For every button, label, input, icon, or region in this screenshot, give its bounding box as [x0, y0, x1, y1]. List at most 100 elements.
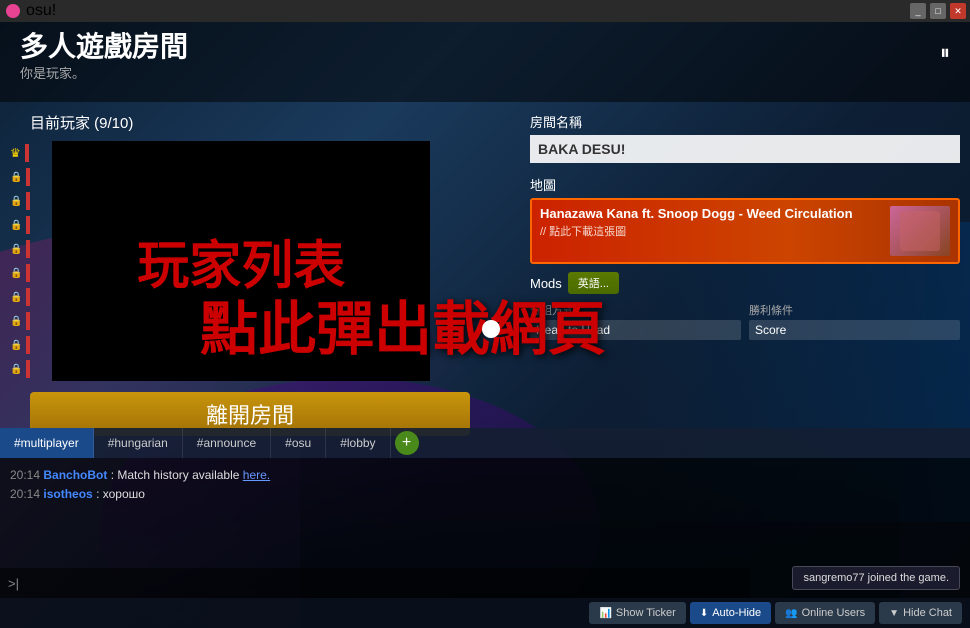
player-list-text: 玩家列表	[137, 224, 345, 299]
chat-text: хорошо	[103, 487, 145, 501]
room-subtitle: 你是玩家。	[20, 63, 950, 82]
mods-button[interactable]: 英語...	[568, 272, 619, 294]
lock-icon: 🔒	[10, 292, 22, 303]
win-cond-block: 勝利條件 Score	[749, 302, 960, 340]
win-cond-label: 勝利條件	[749, 302, 960, 318]
slot-bar	[26, 216, 30, 234]
bottom-toolbar: 📊 Show Ticker ⬇ Auto-Hide 👥 Online Users…	[0, 598, 970, 628]
chat-user: BanchoBot	[43, 468, 107, 482]
chat-prompt: >|	[8, 576, 19, 591]
slot-bar	[26, 192, 30, 210]
maximize-button[interactable]: □	[930, 3, 946, 19]
close-button[interactable]: ✕	[950, 3, 966, 19]
slot-row-4: 🔒	[10, 237, 30, 261]
lock-icon: 🔒	[10, 220, 22, 231]
osu-icon	[6, 4, 20, 18]
tab-osu[interactable]: #osu	[271, 428, 326, 458]
team-mode-block: 分組方式 Head to Head	[530, 302, 741, 340]
chat-sep: :	[96, 487, 103, 501]
room-title: 多人遊戲房間	[20, 32, 950, 63]
map-label: 地圖	[530, 175, 960, 194]
chat-text: Match history available	[117, 468, 242, 482]
chat-link[interactable]: here.	[243, 468, 270, 482]
slot-bar	[26, 312, 30, 330]
users-icon: 👥	[785, 608, 797, 619]
lock-icon: 🔒	[10, 340, 22, 351]
slot-bar	[26, 336, 30, 354]
player-list-area: 玩家列表	[52, 141, 430, 381]
slot-bar	[26, 360, 30, 378]
tab-lobby[interactable]: #lobby	[326, 428, 390, 458]
window-controls: _ □ ✕	[910, 3, 966, 19]
slot-bar	[26, 168, 30, 186]
show-ticker-button[interactable]: 📊 Show Ticker	[589, 602, 685, 624]
title-bar: osu! _ □ ✕	[0, 0, 970, 22]
notification-bar: sangremo77 joined the game.	[792, 566, 960, 590]
win-cond-value: Score	[749, 320, 960, 340]
slot-row-8: 🔒	[10, 333, 30, 357]
tab-hungarian[interactable]: #hungarian	[94, 428, 183, 458]
slot-row-6: 🔒	[10, 285, 30, 309]
chat-message-0: 20:14 BanchoBot : Match history availabl…	[10, 466, 960, 485]
team-mode-value: Head to Head	[530, 320, 741, 340]
room-name-label: 房間名稱	[530, 112, 960, 131]
tab-multiplayer[interactable]: #multiplayer	[0, 428, 94, 458]
slot-bar	[26, 288, 30, 306]
player-slots: ♛ 🔒 🔒 🔒 🔒	[10, 141, 30, 381]
hide-chat-button[interactable]: ▼ Hide Chat	[879, 602, 962, 624]
lock-icon: 🔒	[10, 364, 22, 375]
right-panel: 房間名稱 BAKA DESU! 地圖 Hanazawa Kana ft. Sno…	[530, 112, 960, 340]
slot-bar	[25, 144, 29, 162]
team-mode-label: 分組方式	[530, 302, 741, 318]
room-name-field: BAKA DESU!	[530, 135, 960, 163]
map-card[interactable]: Hanazawa Kana ft. Snoop Dogg - Weed Circ…	[530, 198, 960, 264]
lock-icon: 🔒	[10, 196, 22, 207]
ticker-icon: 📊	[599, 608, 611, 619]
game-area: 多人遊戲房間 你是玩家。 ⏸ 目前玩家 (9/10) ♛ 🔒 🔒	[0, 22, 970, 628]
lock-icon: 🔒	[10, 172, 22, 183]
hide-icon: ▼	[889, 608, 899, 619]
add-tab-button[interactable]: +	[395, 431, 419, 455]
chat-time: 20:14	[10, 487, 40, 501]
app-title: osu!	[26, 2, 56, 20]
hide-chat-label: Hide Chat	[903, 607, 952, 619]
auto-hide-icon: ⬇	[700, 608, 708, 619]
slot-row-5: 🔒	[10, 261, 30, 285]
map-thumbnail	[890, 206, 950, 256]
chat-message-1: 20:14 isotheos : хорошо	[10, 485, 960, 504]
map-subtitle: // 點此下載這張圖	[540, 223, 890, 239]
room-header: 多人遊戲房間 你是玩家。 ⏸	[0, 22, 970, 102]
minimize-button[interactable]: _	[910, 3, 926, 19]
slot-row-3: 🔒	[10, 213, 30, 237]
slot-row-0: ♛	[10, 141, 30, 165]
map-section: 地圖 Hanazawa Kana ft. Snoop Dogg - Weed C…	[530, 175, 960, 264]
notification-text: sangremo77 joined the game.	[803, 572, 949, 584]
slot-row-9: 🔒	[10, 357, 30, 381]
auto-hide-button[interactable]: ⬇ Auto-Hide	[690, 602, 771, 624]
white-circle-indicator	[482, 320, 500, 338]
mods-label: Mods	[530, 276, 562, 291]
chat-time: 20:14	[10, 468, 40, 482]
mods-row: Mods 英語...	[530, 272, 960, 294]
map-info: Hanazawa Kana ft. Snoop Dogg - Weed Circ…	[540, 206, 890, 256]
left-panel: 目前玩家 (9/10) ♛ 🔒 🔒 🔒	[10, 112, 430, 381]
crown-icon: ♛	[10, 146, 21, 160]
auto-hide-label: Auto-Hide	[712, 607, 761, 619]
lock-icon: 🔒	[10, 316, 22, 327]
player-count-label: 目前玩家 (9/10)	[30, 112, 430, 133]
online-users-label: Online Users	[802, 607, 866, 619]
slot-bar	[26, 240, 30, 258]
online-users-button[interactable]: 👥 Online Users	[775, 602, 875, 624]
slot-row-2: 🔒	[10, 189, 30, 213]
chat-tabs: #multiplayer #hungarian #announce #osu #…	[0, 428, 970, 458]
show-ticker-label: Show Ticker	[616, 607, 676, 619]
chat-user: isotheos	[43, 487, 92, 501]
slot-row-7: 🔒	[10, 309, 30, 333]
pause-button[interactable]: ⏸	[940, 42, 950, 65]
team-score-row: 分組方式 Head to Head 勝利條件 Score	[530, 302, 960, 340]
tab-announce[interactable]: #announce	[183, 428, 271, 458]
slot-bar	[26, 264, 30, 282]
slot-row-1: 🔒	[10, 165, 30, 189]
map-title: Hanazawa Kana ft. Snoop Dogg - Weed Circ…	[540, 206, 890, 223]
lock-icon: 🔒	[10, 268, 22, 279]
